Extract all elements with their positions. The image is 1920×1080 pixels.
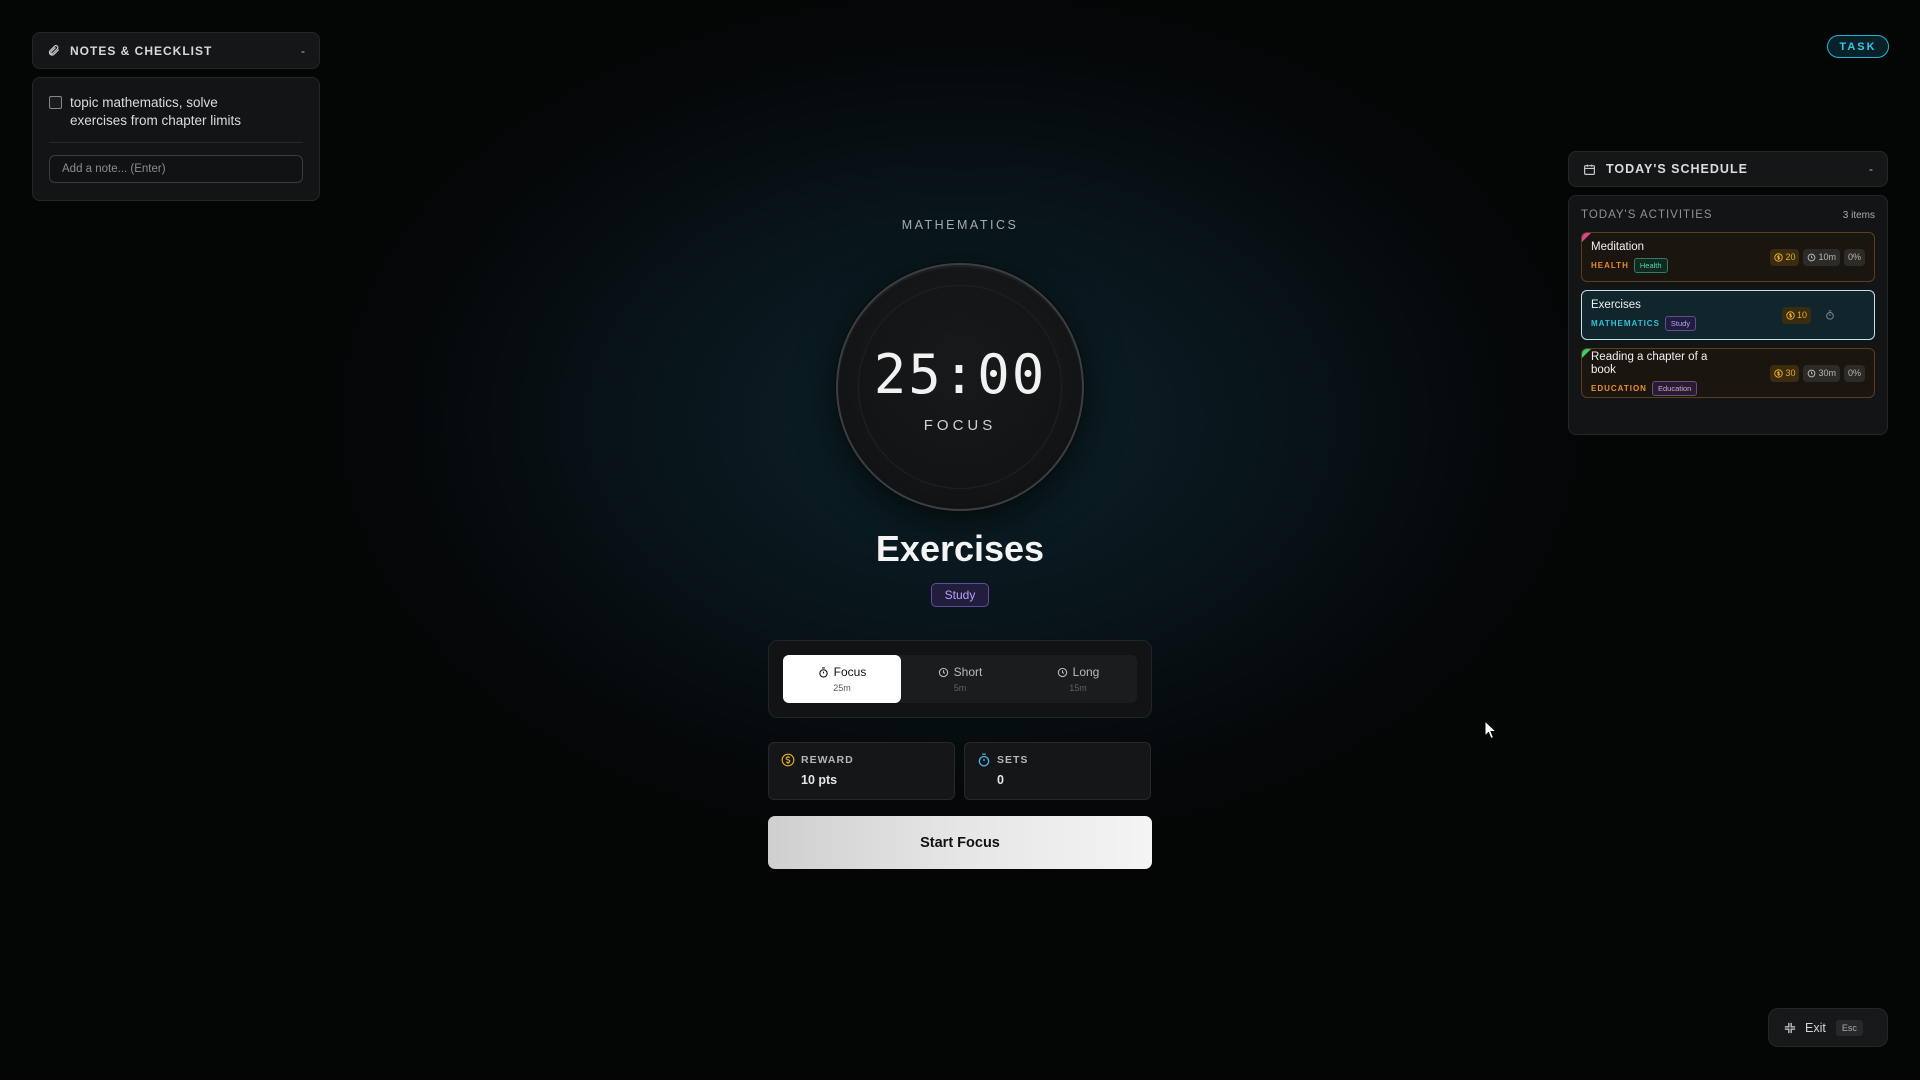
coin-icon — [1786, 310, 1795, 320]
activity-item-meditation[interactable]: Meditation HEALTH Health 20 10m 0% — [1581, 232, 1875, 282]
start-focus-button[interactable]: Start Focus — [768, 816, 1152, 869]
activity-name: Exercises — [1591, 299, 1641, 311]
duration-chip: 10m — [1803, 248, 1840, 266]
add-note-input[interactable] — [49, 155, 303, 183]
timer-display: 25:00 — [873, 343, 1047, 406]
points-chip: 30 — [1770, 364, 1800, 382]
mode-tab-label: Focus — [833, 665, 867, 679]
notes-collapse-button[interactable]: - — [301, 44, 305, 58]
activity-category: HEALTH — [1591, 261, 1629, 270]
progress-chip: 0% — [1843, 364, 1865, 382]
reward-label: REWARD — [801, 754, 854, 766]
activity-category: MATHEMATICS — [1591, 319, 1660, 328]
active-timer-icon — [1825, 310, 1835, 320]
timer-icon — [977, 753, 991, 767]
notes-panel: topic mathematics, solve exercises from … — [32, 77, 320, 201]
sets-label: SETS — [997, 754, 1029, 766]
activities-count: 3 items — [1842, 209, 1875, 221]
schedule-title: TODAY'S SCHEDULE — [1606, 162, 1748, 176]
timer-dial: 25:00 FOCUS — [836, 263, 1084, 511]
exit-button[interactable]: Exit Esc — [1768, 1008, 1888, 1047]
coin-icon — [1774, 252, 1784, 262]
reward-card: REWARD 10 pts — [768, 742, 955, 800]
activity-tag: Education — [1651, 380, 1698, 396]
task-button[interactable]: TASK — [1827, 35, 1889, 58]
mode-tab-duration: 25m — [833, 683, 851, 693]
activity-tag: Study — [1664, 316, 1697, 331]
timer-mode-label: FOCUS — [923, 417, 997, 434]
checklist-item: topic mathematics, solve exercises from … — [49, 94, 303, 143]
schedule-header[interactable]: TODAY'S SCHEDULE - — [1568, 151, 1888, 187]
checklist-item-text: topic mathematics, solve exercises from … — [70, 95, 242, 128]
checklist-checkbox[interactable] — [49, 96, 62, 109]
mouse-cursor-icon — [1484, 720, 1498, 740]
activity-name: Meditation — [1591, 241, 1645, 253]
task-tag-badge: Study — [931, 583, 989, 607]
coin-icon — [781, 753, 795, 767]
notes-header[interactable]: NOTES & CHECKLIST - — [32, 32, 320, 69]
clock-icon — [1057, 667, 1073, 678]
sets-card: SETS 0 — [964, 742, 1151, 800]
activity-tag: Health — [1633, 258, 1668, 273]
stopwatch-icon — [818, 666, 834, 678]
schedule-panel: TODAY'S ACTIVITIES 3 items Meditation HE… — [1568, 195, 1888, 435]
mode-selector: Focus 25m Short 5m Long 15m — [768, 640, 1152, 718]
clock-icon — [1808, 253, 1816, 261]
mode-tab-label: Short — [953, 665, 983, 679]
mode-tab-duration: 5m — [953, 683, 967, 693]
clock-icon — [1808, 369, 1816, 377]
sets-value: 0 — [997, 773, 1004, 787]
notes-title: NOTES & CHECKLIST — [70, 43, 213, 58]
priority-flag — [1582, 349, 1591, 358]
points-chip: 20 — [1770, 248, 1800, 266]
activity-item-exercises[interactable]: Exercises MATHEMATICS Study 10 — [1581, 290, 1875, 340]
schedule-collapse-button[interactable]: - — [1869, 162, 1873, 176]
activity-item-reading[interactable]: Reading a chapter of a book EDUCATION Ed… — [1581, 348, 1875, 398]
mode-tab-focus[interactable]: Focus 25m — [783, 655, 901, 703]
duration-chip: 30m — [1803, 364, 1840, 382]
paperclip-icon — [47, 44, 60, 57]
mode-tab-short[interactable]: Short 5m — [901, 655, 1019, 703]
mode-tab-long[interactable]: Long 15m — [1019, 655, 1137, 703]
exit-shortcut-key: Esc — [1835, 1019, 1863, 1036]
clock-icon — [938, 667, 954, 678]
exit-fullscreen-icon — [1783, 1021, 1797, 1035]
calendar-icon — [1583, 163, 1596, 176]
exit-label: Exit — [1805, 1020, 1826, 1035]
mode-tab-label: Long — [1072, 665, 1100, 679]
points-chip: 10 — [1781, 306, 1811, 324]
reward-value: 10 pts — [801, 773, 838, 787]
priority-flag — [1582, 233, 1591, 242]
mode-tab-duration: 15m — [1069, 683, 1087, 693]
subject-label: MATHEMATICS — [901, 218, 1019, 232]
progress-chip: 0% — [1843, 248, 1865, 266]
task-title: Exercises — [875, 528, 1045, 569]
activities-heading: TODAY'S ACTIVITIES — [1581, 209, 1713, 221]
coin-icon — [1774, 368, 1784, 378]
activity-category: EDUCATION — [1591, 383, 1647, 393]
activity-name: Reading a chapter of a book — [1591, 350, 1708, 376]
